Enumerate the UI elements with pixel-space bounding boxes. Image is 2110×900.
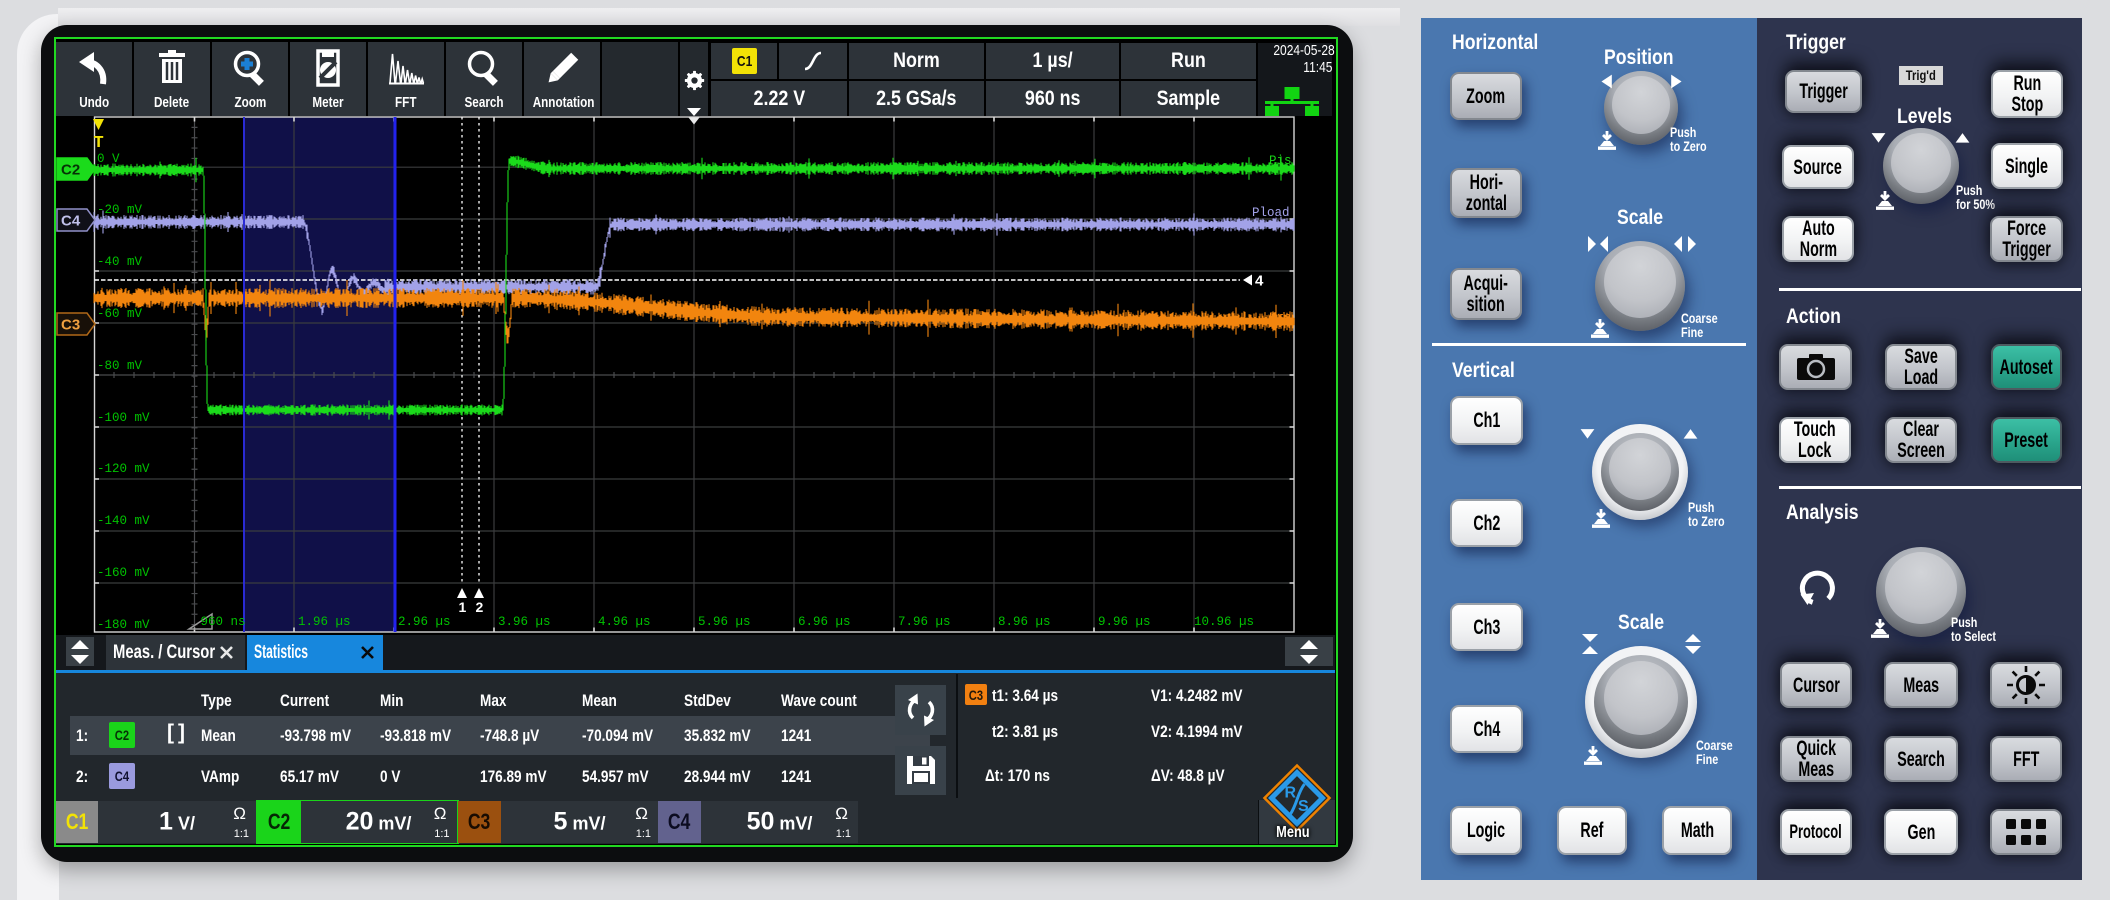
svg-text:2: 2 [476,599,484,615]
svg-text:R: R [1285,785,1297,802]
svg-text:1: 1 [459,599,467,615]
svg-text:C4: C4 [61,213,81,230]
svg-text:4: 4 [1255,273,1264,290]
svg-text:C3: C3 [61,317,80,334]
svg-text:C2: C2 [61,162,80,179]
svg-text:S: S [1298,798,1309,815]
svg-text:T: T [94,134,104,153]
